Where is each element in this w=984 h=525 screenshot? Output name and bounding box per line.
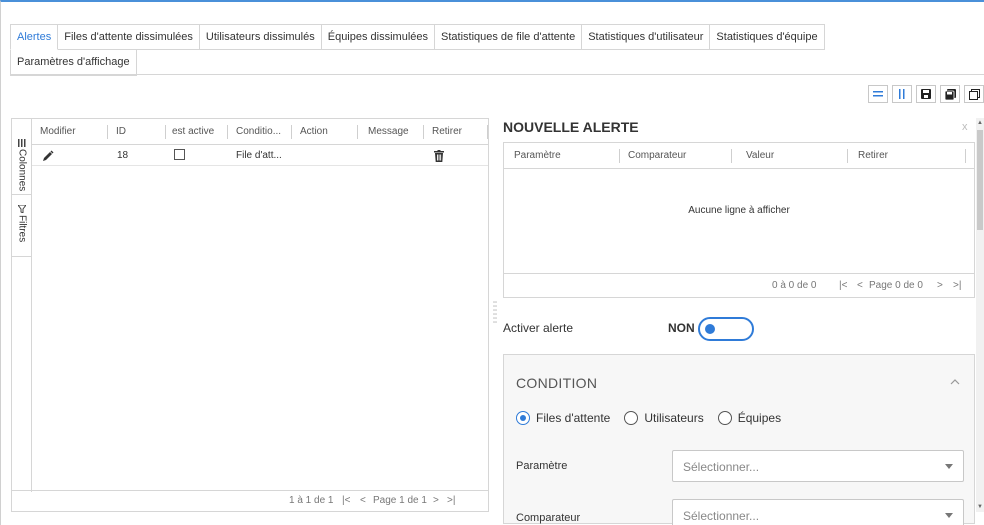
side-tab-label: Filtres (16, 215, 28, 243)
radio-button[interactable] (624, 411, 639, 425)
copy-icon[interactable] (964, 85, 984, 103)
tab-bar: Alertes Files d'attente dissimulées Util… (10, 24, 984, 76)
parametre-label: Paramètre (516, 460, 568, 472)
rows-layout-icon[interactable] (868, 85, 888, 103)
col-est-active[interactable]: est active (166, 119, 228, 145)
col-comparateur[interactable]: Comparateur (620, 143, 732, 169)
comparateur-label: Comparateur (516, 512, 581, 524)
last-page-icon[interactable]: >| (447, 495, 455, 506)
toggle-state-label: NON (668, 321, 695, 335)
columns-icon (18, 139, 26, 147)
param-page-label: Page 0 de 0 (869, 280, 923, 291)
radio-equipes[interactable]: Équipes (717, 411, 781, 425)
side-tab-colonnes[interactable]: Colonnes (12, 119, 32, 195)
tab-stats-equipe[interactable]: Statistiques d'équipe (710, 24, 825, 50)
col-parametre[interactable]: Paramètre (504, 143, 620, 169)
scroll-up-icon[interactable]: ▲ (977, 120, 983, 126)
tab-row-2: Paramètres d'affichage (10, 50, 984, 76)
condition-section: CONDITION Files d'attente Utilisateurs É… (503, 354, 975, 525)
pencil-icon[interactable] (42, 146, 54, 166)
tab-alertes[interactable]: Alertes (10, 24, 59, 50)
chevron-up-icon[interactable] (950, 377, 960, 388)
view-toolbar (868, 85, 984, 103)
tab-divider (10, 74, 984, 75)
last-page-icon[interactable]: >| (953, 280, 961, 291)
tab-stats-file[interactable]: Statistiques de file d'attente (435, 24, 583, 50)
tab-equipes-dissimulees[interactable]: Équipes dissimulées (321, 24, 436, 50)
condition-type-radios: Files d'attente Utilisateurs Équipes (516, 411, 787, 425)
scroll-down-icon[interactable]: ▼ (977, 504, 983, 510)
prev-page-icon[interactable]: < (360, 495, 366, 506)
columns-layout-icon[interactable] (892, 85, 912, 103)
chevron-down-icon (945, 513, 953, 518)
alerts-grid: Colonnes Filtres Modifier ID est active … (11, 118, 489, 512)
first-page-icon[interactable]: |< (839, 280, 847, 291)
side-tab-label: Colonnes (16, 149, 28, 192)
next-page-icon[interactable]: > (433, 495, 439, 506)
cell-condition: File d'att... (236, 150, 282, 161)
panel-scrollbar[interactable]: ▲ ▼ (976, 118, 984, 512)
trash-icon[interactable] (434, 146, 444, 166)
parametre-select[interactable]: Sélectionner... (672, 450, 964, 482)
col-condition[interactable]: Conditio... (228, 119, 292, 145)
col-id[interactable]: ID (108, 119, 166, 145)
panel-splitter[interactable] (493, 300, 497, 330)
radio-utilisateurs[interactable]: Utilisateurs (624, 411, 704, 425)
parameters-pagination: 0 à 0 de 0 |< < Page 0 de 0 > >| (504, 273, 974, 297)
radio-files-attente[interactable]: Files d'attente (516, 411, 610, 425)
next-page-icon[interactable]: > (937, 280, 943, 291)
radio-button[interactable] (516, 411, 530, 425)
cell-id: 18 (117, 150, 129, 161)
col-action[interactable]: Action (292, 119, 358, 145)
param-row-count: 0 à 0 de 0 (772, 280, 817, 291)
grid-header: Modifier ID est active Conditio... Actio… (32, 119, 488, 145)
grid-page-label: Page 1 de 1 (373, 495, 427, 506)
activer-alerte-label: Activer alerte (503, 321, 574, 335)
col-valeur[interactable]: Valeur (732, 143, 848, 169)
grid-pagination: 1 à 1 de 1 |< < Page 1 de 1 > >| (12, 490, 488, 511)
est-active-checkbox[interactable] (174, 149, 185, 160)
panel-title: NOUVELLE ALERTE (503, 119, 639, 135)
close-icon[interactable]: x (962, 121, 968, 133)
save-icon[interactable] (916, 85, 936, 103)
condition-title: CONDITION (516, 375, 598, 391)
empty-message: Aucune ligne à afficher (688, 205, 790, 216)
parameters-table-header: Paramètre Comparateur Valeur Retirer (504, 143, 974, 169)
col-modifier[interactable]: Modifier (40, 119, 108, 145)
grid-row-count: 1 à 1 de 1 (289, 495, 334, 506)
grid-side-tabs: Colonnes Filtres (12, 119, 32, 492)
tab-utilisateurs-dissimules[interactable]: Utilisateurs dissimulés (199, 24, 322, 50)
activer-alerte-toggle[interactable] (698, 317, 754, 341)
tab-row-1: Alertes Files d'attente dissimulées Util… (10, 24, 984, 50)
filter-icon (18, 205, 26, 213)
save-as-icon[interactable] (940, 85, 960, 103)
col-retirer[interactable]: Retirer (424, 119, 488, 145)
table-row[interactable]: 18 File d'att... (32, 146, 488, 166)
radio-button[interactable] (717, 411, 732, 425)
scrollbar-thumb[interactable] (977, 130, 983, 230)
prev-page-icon[interactable]: < (857, 280, 863, 291)
side-tab-filtres[interactable]: Filtres (12, 195, 32, 257)
parameters-table: Paramètre Comparateur Valeur Retirer Auc… (503, 142, 975, 298)
toggle-knob (705, 324, 715, 334)
tab-stats-utilisateur[interactable]: Statistiques d'utilisateur (582, 24, 711, 50)
tab-parametres-affichage[interactable]: Paramètres d'affichage (10, 50, 137, 76)
chevron-down-icon (945, 464, 953, 469)
comparateur-select[interactable]: Sélectionner... (672, 499, 964, 525)
first-page-icon[interactable]: |< (342, 495, 350, 506)
col-retirer-param[interactable]: Retirer (848, 143, 966, 169)
tab-files-dissimulees[interactable]: Files d'attente dissimulées (58, 24, 200, 50)
col-message[interactable]: Message (358, 119, 424, 145)
